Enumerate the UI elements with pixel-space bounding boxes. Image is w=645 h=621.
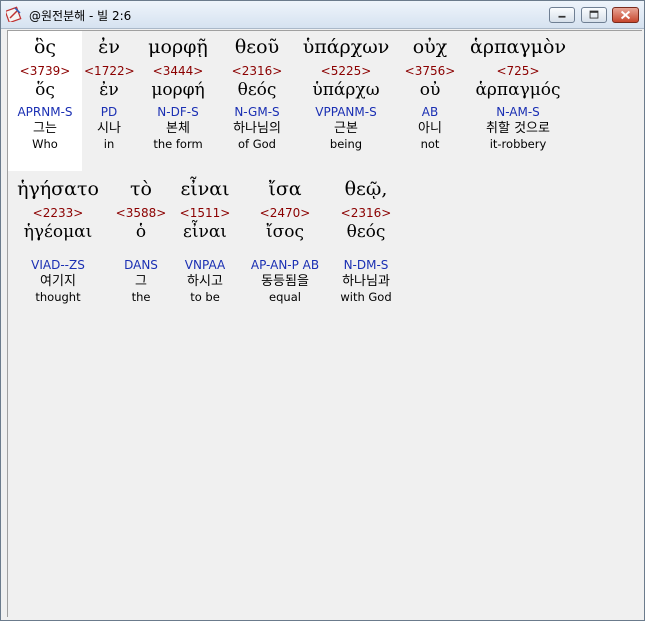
greek-word: θεοῦ [234, 36, 280, 58]
lemma: ὁ [135, 222, 147, 242]
korean-gloss: 그 [135, 274, 147, 289]
lemma: οὐ [419, 80, 441, 100]
lemma: ἡγέομαι [23, 222, 93, 242]
english-gloss: equal [269, 290, 301, 304]
word-block[interactable]: οὐχ <3756> οὐ AB 아니 not [402, 31, 458, 151]
parse-code: N-GM-S [234, 105, 280, 119]
parse-code: VNPAA [184, 258, 226, 272]
english-gloss: in [103, 137, 115, 151]
english-gloss: the form [153, 137, 203, 151]
parse-code: AP-AN-P AB [250, 258, 320, 272]
word-block[interactable]: θεῷ, <2316> θεός N-DM-S 하나님과 with God [332, 175, 400, 304]
strong-number: <2316> [340, 206, 392, 220]
word-block[interactable]: ἡγήσατο <2233> ἡγέομαι VIAD--ZS 여기지 thou… [8, 175, 108, 304]
app-window: @원전분해 - 빌 2:6 ὃς <3739> ὅς APRNM-S 그는 Wh… [0, 0, 645, 621]
parse-code: VPPANM-S [315, 105, 377, 119]
word-block[interactable]: ἴσα <2470> ἴσος AP-AN-P AB 동등됨을 equal [244, 175, 326, 304]
window-title: @원전분해 - 빌 2:6 [29, 9, 132, 23]
greek-word: εἶναι [180, 178, 230, 200]
maximize-icon [589, 10, 599, 19]
korean-gloss: 그는 [33, 121, 57, 136]
word-block[interactable]: τὸ <3588> ὁ DANS 그 the [114, 175, 168, 304]
parse-code: DANS [124, 258, 158, 272]
greek-word: μορφῇ [148, 36, 208, 58]
korean-gloss: 본체 [166, 121, 190, 136]
lemma: μορφή [151, 80, 205, 100]
minimize-button[interactable] [549, 7, 575, 23]
strong-number: <2470> [259, 206, 311, 220]
english-gloss: of God [238, 137, 276, 151]
korean-gloss: 아니 [418, 121, 442, 136]
strong-number: <2316> [231, 64, 283, 78]
korean-gloss: 하나님과 [342, 274, 390, 289]
maximize-button[interactable] [581, 7, 607, 23]
strong-number: <2233> [32, 206, 84, 220]
word-block[interactable]: ὃς <3739> ὅς APRNM-S 그는 Who [8, 31, 82, 171]
word-block[interactable]: ἐν <1722> ἐν PD 시나 in [84, 31, 135, 151]
word-block[interactable]: ὑπάρχων <5225> ὑπάρχω VPPANM-S 근본 being [298, 31, 394, 151]
strong-number: <3739> [19, 64, 71, 78]
greek-word: ἴσα [268, 178, 302, 200]
parse-code: AB [421, 105, 439, 119]
korean-gloss: 하나님의 [233, 121, 281, 136]
interlinear-view: ὃς <3739> ὅς APRNM-S 그는 Who ἐν <1722> ἐν… [7, 30, 642, 617]
greek-word: ὃς [33, 36, 57, 58]
greek-word: ὑπάρχων [302, 36, 390, 58]
english-gloss: being [329, 137, 363, 151]
close-icon [620, 10, 631, 20]
strong-number: <725> [496, 64, 540, 78]
parse-code: VIAD--ZS [31, 258, 85, 272]
title-bar[interactable]: @원전분해 - 빌 2:6 [1, 1, 644, 29]
greek-word: ἐν [98, 36, 120, 58]
greek-word: ἁρπαγμὸν [469, 36, 566, 58]
word-block[interactable]: μορφῇ <3444> μορφή N-DF-S 본체 the form [140, 31, 216, 151]
korean-gloss: 근본 [334, 121, 358, 136]
parse-code: N-DM-S [343, 258, 389, 272]
korean-gloss: 동등됨을 [261, 274, 309, 289]
parse-code: N-DF-S [157, 105, 199, 119]
korean-gloss: 시나 [97, 121, 121, 136]
greek-word: τὸ [130, 178, 152, 200]
lemma: θεός [237, 80, 277, 100]
english-gloss: Who [32, 137, 58, 151]
parse-code: PD [100, 105, 118, 119]
parse-code: APRNM-S [17, 105, 73, 119]
english-gloss: the [131, 290, 151, 304]
app-icon [6, 6, 22, 22]
lemma: ἁρπαγμός [475, 80, 561, 100]
korean-gloss: 하시고 [187, 274, 223, 289]
korean-gloss: 취할 것으로 [486, 121, 550, 136]
close-button[interactable] [612, 7, 639, 23]
greek-word: ἡγήσατο [17, 178, 99, 200]
english-gloss: not [420, 137, 440, 151]
english-gloss: to be [190, 290, 220, 304]
lemma: θεός [346, 222, 386, 242]
strong-number: <1511> [179, 206, 231, 220]
korean-gloss: 여기지 [40, 274, 76, 289]
strong-number: <3588> [115, 206, 167, 220]
lemma: ὅς [35, 80, 55, 100]
parse-code: N-AM-S [496, 105, 540, 119]
word-block[interactable]: θεοῦ <2316> θεός N-GM-S 하나님의 of God [222, 31, 292, 151]
lemma: ἴσος [265, 222, 305, 242]
english-gloss: thought [35, 290, 81, 304]
strong-number: <3756> [404, 64, 456, 78]
greek-word: θεῷ, [344, 178, 388, 200]
word-block[interactable]: ἁρπαγμὸν <725> ἁρπαγμός N-AM-S 취할 것으로 it… [464, 31, 572, 151]
minimize-icon [558, 15, 566, 18]
english-gloss: it-robbery [489, 137, 547, 151]
lemma: ὑπάρχω [312, 80, 380, 100]
strong-number: <1722> [84, 64, 135, 78]
strong-number: <3444> [152, 64, 204, 78]
english-gloss: with God [340, 290, 392, 304]
strong-number: <5225> [320, 64, 372, 78]
word-block[interactable]: εἶναι <1511> εἶναι VNPAA 하시고 to be [172, 175, 238, 304]
lemma: εἶναι [183, 222, 227, 242]
lemma: ἐν [99, 80, 119, 100]
greek-word: οὐχ [412, 36, 448, 58]
